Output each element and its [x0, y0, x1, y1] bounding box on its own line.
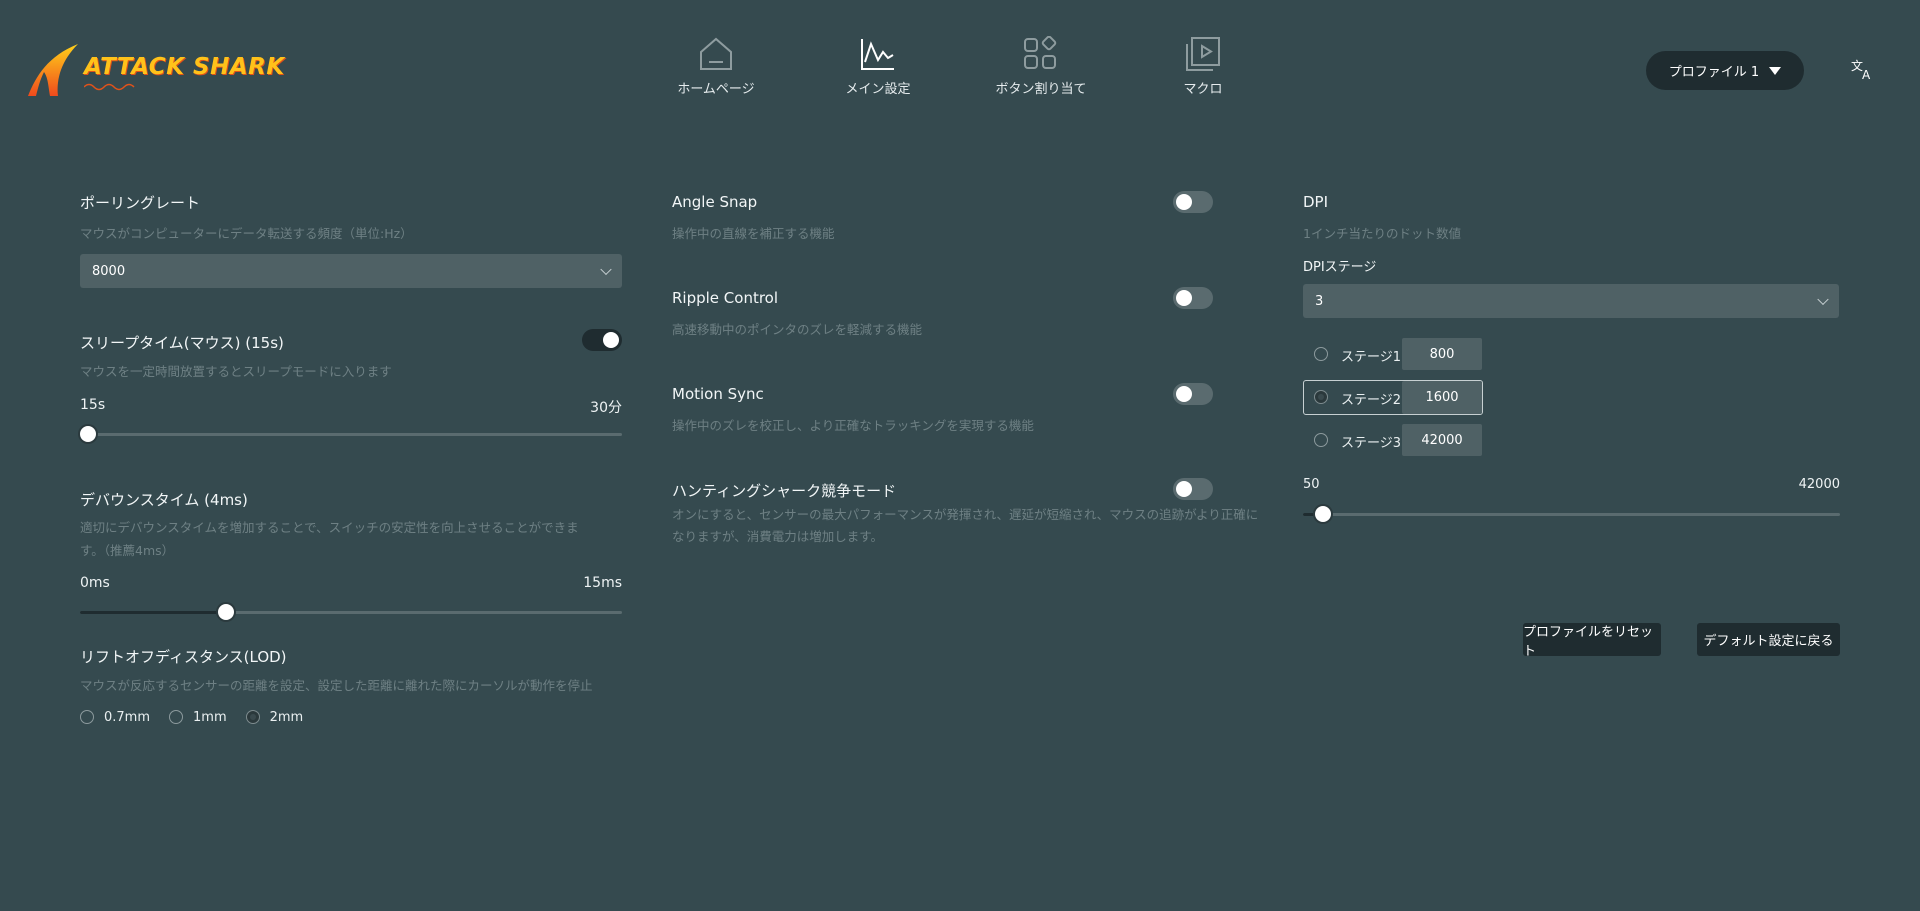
home-icon [700, 37, 732, 70]
debounce-slider-thumb[interactable] [218, 604, 234, 620]
sleep-desc: マウスを一定時間放置するとスリープモードに入ります [80, 364, 392, 379]
dpi-stage-label: ステージ1 [1341, 350, 1402, 365]
dpi-slider[interactable] [1303, 506, 1840, 522]
dpi-min-label: 50 [1303, 477, 1320, 492]
dpi-stage-value-input[interactable]: 1600 [1402, 381, 1482, 414]
toggle-knob [603, 332, 619, 348]
dpi-stage-value-input[interactable]: 42000 [1402, 424, 1482, 456]
debounce-slider[interactable] [80, 604, 622, 620]
angle-snap-toggle[interactable] [1173, 191, 1213, 213]
radio-button-selected[interactable] [245, 710, 260, 724]
radio-button[interactable] [1314, 433, 1328, 447]
radio-button[interactable] [1314, 347, 1328, 361]
lod-desc: マウスが反応するセンサーの距離を設定、設定した距離に離れた際にカーソルが動作を停… [80, 678, 593, 693]
debounce-slider-fill [80, 611, 226, 614]
debounce-desc: 適切にデバウンスタイムを増加することで、スイッチの安定性を向上させることができま… [80, 520, 579, 558]
toggle-knob [1176, 290, 1192, 306]
toggle-knob [1176, 481, 1192, 497]
brand-logo: ATTACK SHARK [26, 38, 284, 100]
brand-name: ATTACK SHARK [84, 54, 285, 80]
nav-button-assign-label: ボタン割り当て [995, 82, 1087, 97]
sleep-min-label: 15s [80, 397, 106, 413]
motion-sync-title: Motion Sync [672, 385, 764, 403]
lod-option-1mm[interactable]: 1mm [169, 710, 227, 725]
shark-fin-logo-icon [28, 44, 78, 96]
lod-options: 0.7mm 1mm 2mm [80, 709, 303, 725]
dpi-title: DPI [1303, 193, 1329, 211]
dpi-stage-label: ステージ2 [1341, 393, 1402, 408]
motion-sync-toggle[interactable] [1173, 383, 1213, 405]
sleep-toggle[interactable] [582, 329, 622, 351]
dpi-stage-value-input[interactable]: 800 [1402, 338, 1482, 370]
ripple-toggle[interactable] [1173, 287, 1213, 309]
dpi-stage-label: DPIステージ [1303, 260, 1377, 275]
restore-default-button[interactable]: デフォルト設定に戻る [1697, 623, 1840, 656]
lod-option-2mm[interactable]: 2mm [245, 709, 304, 725]
dpi-desc: 1インチ当たりのドット数値 [1303, 226, 1461, 241]
dpi-stage-count-value: 3 [1315, 293, 1324, 309]
radio-button[interactable] [169, 710, 184, 724]
chart-line-icon [861, 39, 894, 70]
nav-home-label: ホームページ [677, 82, 755, 97]
toggle-knob [1176, 386, 1192, 402]
chevron-down-icon [600, 263, 612, 276]
nav-main-settings[interactable]: メイン設定 [808, 36, 948, 106]
chevron-down-icon [1817, 293, 1829, 306]
ripple-desc: 高速移動中のポインタのズレを軽減する機能 [672, 322, 923, 337]
toggle-knob [1176, 194, 1192, 210]
dpi-max-label: 42000 [1798, 477, 1840, 492]
reset-profile-button[interactable]: プロファイルをリセット [1523, 623, 1661, 659]
hunting-desc-line1: オンにすると、センサーの最大パフォーマンスが発揮され、遅延が短縮され、マウスの追… [672, 507, 1259, 522]
lod-title: リフトオフディスタンス(LOD) [80, 648, 287, 666]
hunting-desc-line2: なりますが、消費電力は増加します。 [672, 529, 884, 544]
polling-rate-select[interactable]: 8000 [80, 254, 622, 288]
dpi-slider-thumb[interactable] [1315, 506, 1331, 522]
polling-title: ポーリングレート [80, 194, 201, 212]
dpi-stage-row-3[interactable]: ステージ3 42000 [1303, 424, 1483, 458]
polling-desc: マウスがコンピューターにデータ転送する頻度（単位:Hz） [80, 226, 413, 241]
sleep-slider[interactable] [80, 426, 622, 442]
radio-button[interactable] [80, 710, 94, 724]
polling-rate-value: 8000 [92, 263, 126, 279]
translate-icon[interactable]: 文 A [1851, 58, 1875, 85]
hunting-title: ハンティングシャーク競争モード [672, 482, 897, 500]
nav-home[interactable]: ホームページ [646, 36, 786, 106]
angle-snap-desc: 操作中の直線を補正する機能 [672, 226, 835, 241]
ripple-title: Ripple Control [672, 289, 779, 307]
dpi-stage-row-2[interactable]: ステージ2 1600 [1303, 380, 1483, 415]
svg-text:A: A [1862, 68, 1871, 80]
macro-play-icon [1186, 37, 1220, 71]
radio-button-selected[interactable] [1314, 390, 1328, 404]
dpi-stage-count-select[interactable]: 3 [1303, 284, 1839, 318]
hunting-toggle[interactable] [1173, 478, 1213, 500]
angle-snap-title: Angle Snap [672, 193, 758, 211]
wave-decoration-icon [84, 83, 135, 91]
profile-dropdown[interactable]: プロファイル 1 [1646, 51, 1804, 90]
debounce-max-label: 15ms [583, 575, 622, 591]
lod-option-label: 1mm [193, 709, 227, 725]
lod-option-label: 2mm [269, 709, 304, 725]
nav-macro[interactable]: マクロ [1133, 36, 1273, 106]
debounce-min-label: 0ms [80, 575, 110, 591]
profile-label: プロファイル 1 [1668, 65, 1760, 80]
motion-sync-desc: 操作中のズレを校正し、より正確なトラッキングを実現する機能 [672, 418, 1034, 433]
nav-button-assign[interactable]: ボタン割り当て [971, 36, 1111, 106]
dpi-stage-label: ステージ3 [1341, 436, 1402, 451]
grid-icon [1024, 36, 1057, 69]
nav-macro-label: マクロ [1183, 82, 1223, 97]
nav-main-settings-label: メイン設定 [845, 82, 911, 97]
sleep-slider-thumb[interactable] [80, 426, 96, 442]
dpi-stage-row-1[interactable]: ステージ1 800 [1303, 338, 1483, 372]
lod-option-0-7mm[interactable]: 0.7mm [80, 710, 150, 725]
lod-option-label: 0.7mm [104, 709, 151, 725]
debounce-title: デバウンスタイム (4ms) [80, 491, 248, 509]
sleep-title: スリープタイム(マウス) (15s) [80, 334, 284, 352]
caret-down-icon [1769, 66, 1782, 75]
sleep-max-label: 30分 [590, 400, 622, 416]
